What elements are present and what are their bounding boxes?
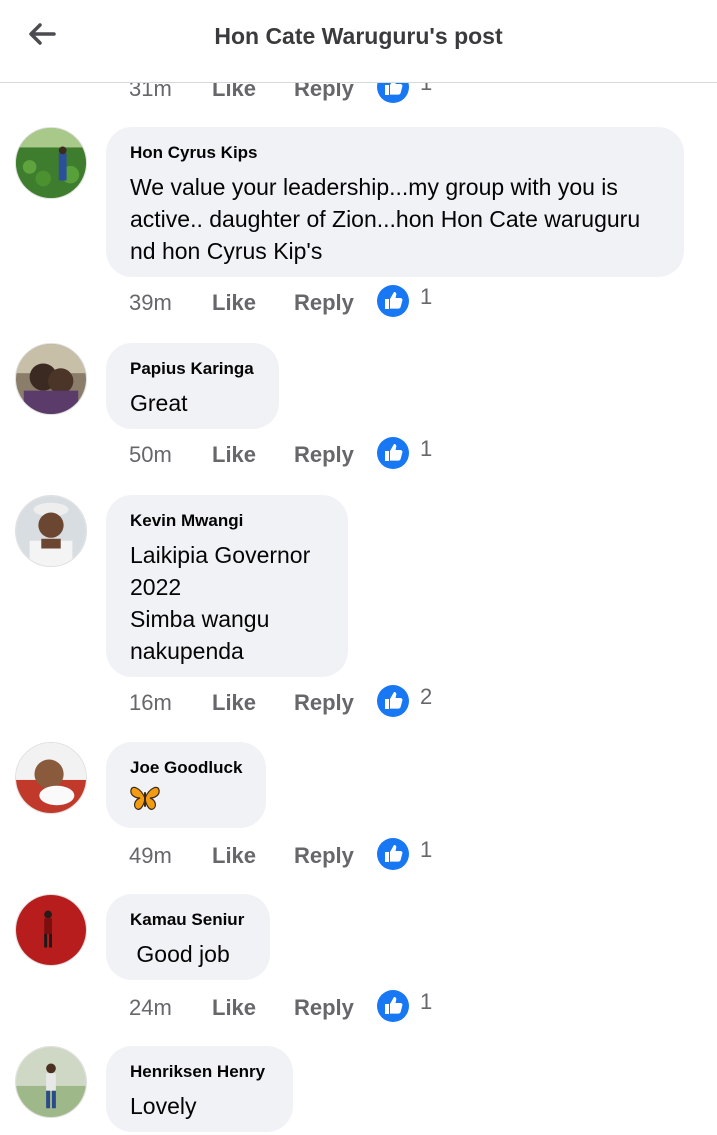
comment-time: 49m [129,843,172,868]
like-button[interactable]: Like [212,690,256,716]
avatar-baby-photo-icon [16,743,86,813]
comment-text: Lovely [130,1093,197,1119]
like-button[interactable]: Like [212,442,256,468]
comment-text: We value your leadership...my group with… [130,174,641,264]
avatar[interactable] [15,343,87,415]
comment-author[interactable]: Hon Cyrus Kips [130,142,660,164]
reaction-count: 1 [420,436,433,461]
comment-bubble[interactable]: Kevin Mwangi Laikipia Governor 2022 Simb… [106,495,348,677]
comment-author[interactable]: Papius Karinga [130,358,255,380]
comments-feed[interactable]: 31m Like Reply 1 Hon Cyrus Kips We value [0,0,717,1135]
reply-button[interactable]: Reply [294,843,354,869]
comment-bubble[interactable]: Papius Karinga Great [106,343,279,429]
page-title: Hon Cate Waruguru's post [214,23,503,49]
like-reaction-icon [377,285,409,317]
comment-time: 16m [129,690,172,715]
butterfly-emoji-icon [130,786,160,810]
avatar-outdoor-standing-photo-icon [16,1047,86,1117]
avatar[interactable] [15,1046,87,1118]
avatar[interactable] [15,894,87,966]
avatar-red-background-photo-icon [16,895,86,965]
avatar[interactable] [15,495,87,567]
reply-button[interactable]: Reply [294,995,354,1021]
like-button[interactable]: Like [212,843,256,869]
comment-actions: 16m Like Reply 2 [129,684,689,720]
comment-author[interactable]: Joe Goodluck [130,757,242,779]
comment-author[interactable]: Kamau Seniur [130,909,246,931]
comment-author[interactable]: Henriksen Henry [130,1061,269,1083]
comment-text: Good job [130,941,230,967]
avatar-smiling-man-photo-icon [16,496,86,566]
like-button[interactable]: Like [212,995,256,1021]
comment-author[interactable]: Kevin Mwangi [130,510,324,532]
comment-actions: 39m Like Reply 1 [129,284,689,320]
avatar[interactable] [15,127,87,199]
reaction-count: 1 [420,837,433,862]
comment-bubble[interactable]: Kamau Seniur Good job [106,894,270,980]
comment-bubble[interactable]: Hon Cyrus Kips We value your leadership.… [106,127,684,277]
comment-bubble[interactable]: Joe Goodluck [106,742,266,828]
reaction-count: 1 [420,284,433,309]
avatar[interactable] [15,742,87,814]
comment-time: 50m [129,442,172,467]
comment-time: 24m [129,995,172,1020]
comment-actions: 49m Like Reply 1 [129,837,689,873]
reply-button[interactable]: Reply [294,442,354,468]
comment-actions: 24m Like Reply 1 [129,989,689,1025]
like-reaction-icon [377,685,409,717]
like-reaction-icon [377,990,409,1022]
avatar-portrait-photo-icon [16,344,86,414]
comment-time: 39m [129,290,172,315]
reaction-count: 1 [420,989,433,1014]
comment-text: Great [130,390,188,416]
comment-actions: 50m Like Reply 1 [129,436,689,472]
reply-button[interactable]: Reply [294,290,354,316]
reply-button[interactable]: Reply [294,690,354,716]
reaction-count: 2 [420,684,433,709]
top-bar: Hon Cate Waruguru's post [0,0,717,83]
comment-text: Laikipia Governor 2022 Simba wangu nakup… [130,542,311,664]
like-reaction-icon [377,437,409,469]
avatar-field-photo-icon [16,128,86,198]
like-button[interactable]: Like [212,290,256,316]
comment-bubble[interactable]: Henriksen Henry Lovely [106,1046,293,1132]
like-reaction-icon [377,838,409,870]
